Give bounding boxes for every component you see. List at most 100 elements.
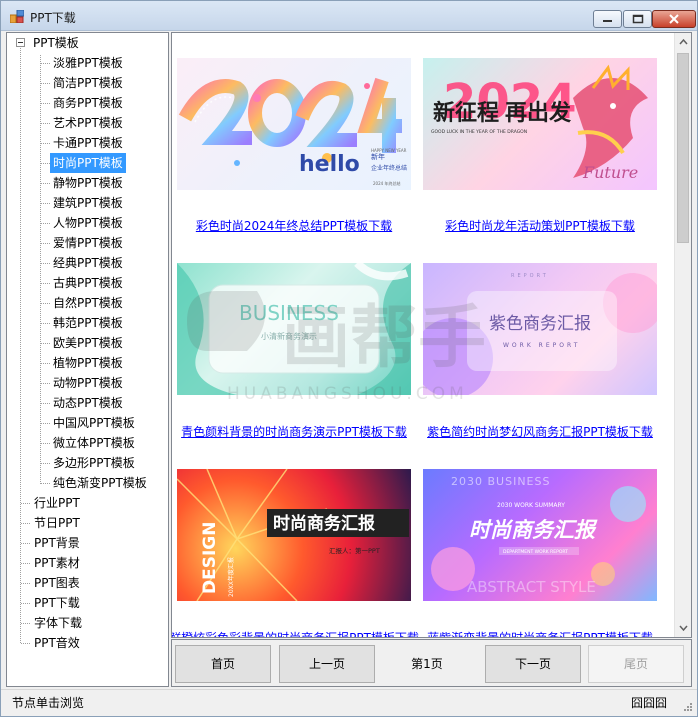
tree-item-template-category[interactable]: 动物PPT模板	[50, 373, 126, 393]
thumb-footer: 2024 年终总结	[373, 180, 400, 186]
scroll-thumb[interactable]	[677, 53, 689, 243]
tree-guide-line	[41, 263, 50, 264]
tree-item-top-level[interactable]: PPT背景	[31, 533, 83, 553]
template-link[interactable]: 蓝紫渐变背景的时尚商务汇报PPT模板下载	[413, 629, 667, 637]
tree-item-top-level[interactable]: 节日PPT	[31, 513, 83, 533]
tree-item-top-level[interactable]: PPT素材	[31, 553, 83, 573]
scroll-up-icon[interactable]	[679, 38, 688, 47]
tree-guide-line	[41, 483, 50, 484]
scroll-down-icon[interactable]	[679, 623, 688, 632]
last-page-button[interactable]: 尾页	[588, 645, 684, 683]
template-thumbnail[interactable]: hello 新年 企业年终总结 HAPPY NEW YEAR 2024 年终总结	[177, 58, 411, 190]
next-page-button[interactable]: 下一页	[485, 645, 581, 683]
tree-guide-line	[21, 543, 30, 544]
thumb-big: 时尚商务汇报	[469, 518, 598, 542]
tree-item-template-category[interactable]: 微立体PPT模板	[50, 433, 138, 453]
page-indicator: 第1页	[411, 657, 443, 671]
thumb-sub: WORK REPORT	[503, 342, 580, 349]
tree-item-template-category[interactable]: 中国风PPT模板	[50, 413, 138, 433]
tree-item-template-category[interactable]: 淡雅PPT模板	[50, 53, 126, 73]
tree-guide-line	[21, 503, 30, 504]
tree-item-top-level[interactable]: PPT下载	[31, 593, 83, 613]
tree-item-template-category[interactable]: 卡通PPT模板	[50, 133, 126, 153]
template-card: REPORT 紫色商务汇报 WORK REPORT 紫色简约时尚梦幻风商务汇报P…	[423, 263, 657, 443]
tree-guide-line	[21, 603, 30, 604]
minimize-button[interactable]	[593, 10, 622, 28]
template-thumbnail[interactable]: REPORT 紫色商务汇报 WORK REPORT	[423, 263, 657, 395]
template-thumbnail[interactable]: 时尚商务汇报 DESIGN 20XX年度汇报 汇报人：第一PPT	[177, 469, 411, 601]
thumb-sub2: 企业年终总结	[371, 164, 407, 172]
tree-item-template-category[interactable]: 动态PPT模板	[50, 393, 126, 413]
pagination-bar: 首页 上一页 第1页 下一页 尾页	[171, 639, 692, 687]
close-icon	[669, 14, 679, 24]
template-thumbnail[interactable]: 2030 BUSINESS 2030 WORK SUMMARY 时尚商务汇报 D…	[423, 469, 657, 601]
template-link[interactable]: 彩色时尚2024年终总结PPT模板下载	[172, 217, 421, 234]
tree-item-top-level[interactable]: 字体下载	[31, 613, 85, 633]
category-tree[interactable]: PPT模板 淡雅PPT模板 简洁PPT模板 商务PPT模板 艺术PPT模板 卡通PPT模…	[6, 32, 169, 687]
maximize-button[interactable]	[623, 10, 652, 28]
status-right-text: 囧囧囧	[630, 696, 667, 710]
tree-item-template-category[interactable]: 艺术PPT模板	[50, 113, 126, 133]
tree-guide-line	[21, 623, 30, 624]
tree-item-template-category[interactable]: 建筑PPT模板	[50, 193, 126, 213]
tree-item-template-category[interactable]: 欧美PPT模板	[50, 333, 126, 353]
tree-guide-line	[41, 63, 50, 64]
template-card: 2024 新征程 再出发 GOOD LUCK IN THE YEAR OF TH…	[423, 58, 657, 238]
close-button[interactable]	[652, 10, 696, 28]
tree-item-top-level[interactable]: PPT图表	[31, 573, 83, 593]
tree-guide-line	[21, 563, 30, 564]
tree-item-template-category[interactable]: 静物PPT模板	[50, 173, 126, 193]
thumb-top: REPORT	[511, 273, 549, 279]
tree-guide-line	[41, 203, 50, 204]
tree-item-template-category[interactable]: 韩范PPT模板	[50, 313, 126, 333]
tree-item-template-category[interactable]: 爱情PPT模板	[50, 233, 126, 253]
collapse-toggle-icon[interactable]	[16, 38, 25, 47]
tree-guide-line	[41, 243, 50, 244]
thumbnail-art: BUSINESS 小清新商务演示	[177, 263, 411, 395]
tree-root-ppt-template[interactable]: PPT模板	[30, 33, 82, 53]
tree-guide-line	[41, 343, 50, 344]
tree-item-template-category[interactable]: 人物PPT模板	[50, 213, 126, 233]
thumb-big: 时尚商务汇报	[273, 513, 375, 534]
tree-item-template-category[interactable]: 纯色渐变PPT模板	[50, 473, 150, 493]
template-thumbnail[interactable]: BUSINESS 小清新商务演示	[177, 263, 411, 395]
tree-item-template-category[interactable]: 经典PPT模板	[50, 253, 126, 273]
template-link[interactable]: 紫色简约时尚梦幻风商务汇报PPT模板下载	[413, 423, 667, 440]
tree-item-template-category[interactable]: 植物PPT模板	[50, 353, 126, 373]
thumbnail-art: REPORT 紫色商务汇报 WORK REPORT	[423, 273, 657, 395]
template-link[interactable]: 青色颜料背景的时尚商务演示PPT模板下载	[172, 423, 421, 440]
tree-guide-line	[41, 123, 50, 124]
tree-item-top-level[interactable]: PPT音效	[31, 633, 83, 653]
tree-guide-line	[41, 163, 50, 164]
tree-item-template-category[interactable]: 自然PPT模板	[50, 293, 126, 313]
tree-guide-line	[41, 183, 50, 184]
tree-guide-line	[21, 643, 30, 644]
template-card: 时尚商务汇报 DESIGN 20XX年度汇报 汇报人：第一PPT 鲜橙炫彩色彩背…	[172, 469, 419, 637]
tree-item-template-category[interactable]: 时尚PPT模板	[50, 153, 126, 173]
title-bar[interactable]: PPT下载	[1, 1, 697, 31]
template-thumbnail[interactable]: 2024 新征程 再出发 GOOD LUCK IN THE YEAR OF TH…	[423, 58, 657, 190]
resize-grip-icon[interactable]	[683, 702, 693, 712]
first-page-button[interactable]: 首页	[175, 645, 271, 683]
tree-guide-line	[21, 523, 30, 524]
tree-guide-line	[41, 83, 50, 84]
window-title: PPT下载	[30, 11, 76, 25]
tree-item-template-category[interactable]: 商务PPT模板	[50, 93, 126, 113]
tree-guide-line	[41, 423, 50, 424]
vertical-scrollbar[interactable]	[674, 33, 691, 637]
thumb-bottom: ABSTRACT STYLE	[467, 578, 596, 596]
maximize-icon	[632, 14, 644, 24]
previous-page-button[interactable]: 上一页	[279, 645, 375, 683]
thumb-top: 2030 BUSINESS	[451, 475, 550, 488]
template-card: 2030 BUSINESS 2030 WORK SUMMARY 时尚商务汇报 D…	[423, 469, 657, 637]
tree-item-template-category[interactable]: 古典PPT模板	[50, 273, 126, 293]
tree-guide-line	[41, 283, 50, 284]
thumbnail-art: 2024 新征程 再出发 GOOD LUCK IN THE YEAR OF TH…	[431, 64, 648, 182]
template-link[interactable]: 彩色时尚龙年活动策划PPT模板下载	[413, 217, 667, 234]
template-gallery[interactable]: hello 新年 企业年终总结 HAPPY NEW YEAR 2024 年终总结…	[171, 32, 692, 638]
tree-item-template-category[interactable]: 简洁PPT模板	[50, 73, 126, 93]
thumb-sub1: 新年	[371, 152, 385, 161]
template-link[interactable]: 鲜橙炫彩色彩背景的时尚商务汇报PPT模板下载	[172, 629, 421, 637]
tree-item-top-level[interactable]: 行业PPT	[31, 493, 83, 513]
tree-item-template-category[interactable]: 多边形PPT模板	[50, 453, 138, 473]
